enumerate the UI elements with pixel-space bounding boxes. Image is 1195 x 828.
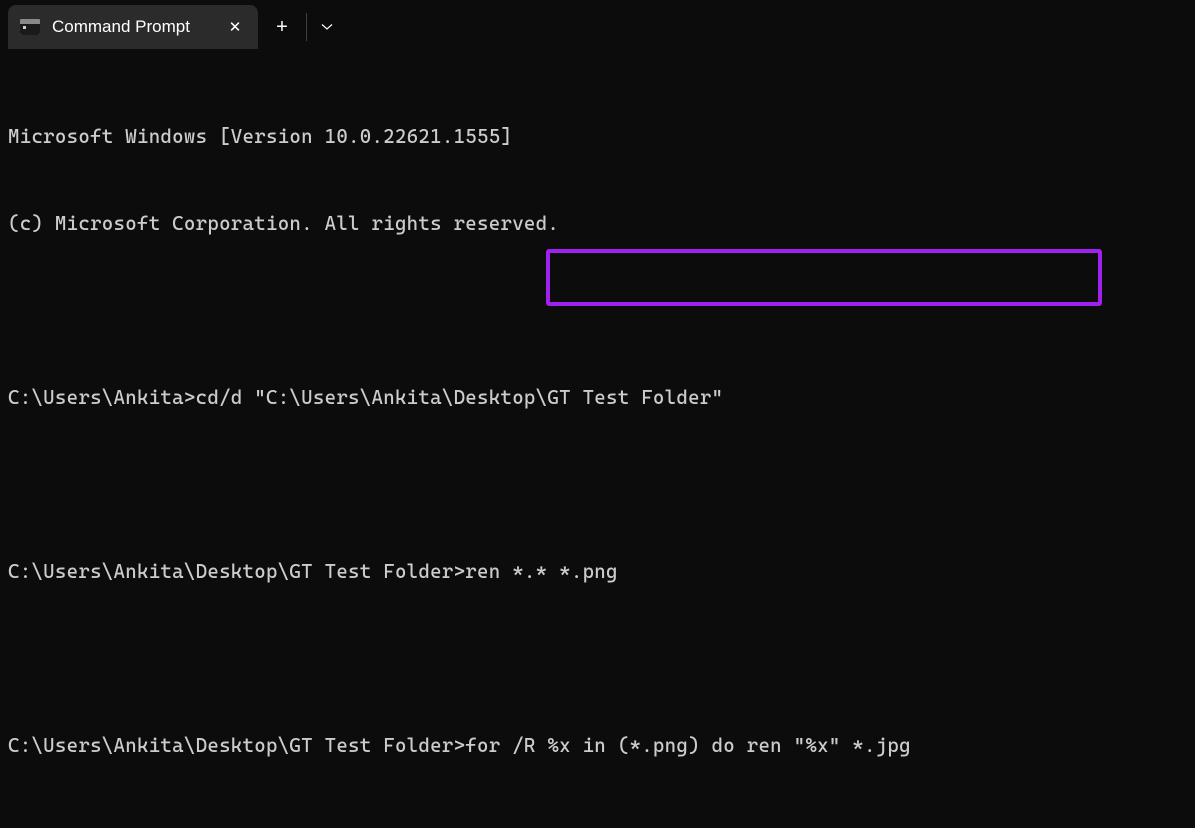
terminal-line: C:\Users\Ankita\Desktop\GT Test Folder>f…	[8, 731, 1187, 760]
new-tab-button[interactable]: +	[258, 5, 306, 49]
dropdown-button[interactable]	[307, 5, 347, 49]
terminal-blank	[8, 644, 1187, 673]
terminal-line: Microsoft Windows [Version 10.0.22621.15…	[8, 122, 1187, 151]
terminal-icon	[20, 19, 40, 35]
close-tab-button[interactable]: ✕	[222, 14, 248, 40]
tab-title: Command Prompt	[52, 17, 222, 37]
terminal-blank	[8, 470, 1187, 499]
tab-command-prompt[interactable]: Command Prompt ✕	[8, 5, 258, 49]
chevron-down-icon	[321, 23, 333, 31]
terminal-line: C:\Users\Ankita>cd/d "C:\Users\Ankita\De…	[8, 383, 1187, 412]
terminal-output[interactable]: Microsoft Windows [Version 10.0.22621.15…	[0, 54, 1195, 828]
terminal-blank	[8, 296, 1187, 325]
title-bar: Command Prompt ✕ +	[0, 0, 1195, 54]
terminal-line: (c) Microsoft Corporation. All rights re…	[8, 209, 1187, 238]
terminal-line: C:\Users\Ankita\Desktop\GT Test Folder>r…	[8, 557, 1187, 586]
